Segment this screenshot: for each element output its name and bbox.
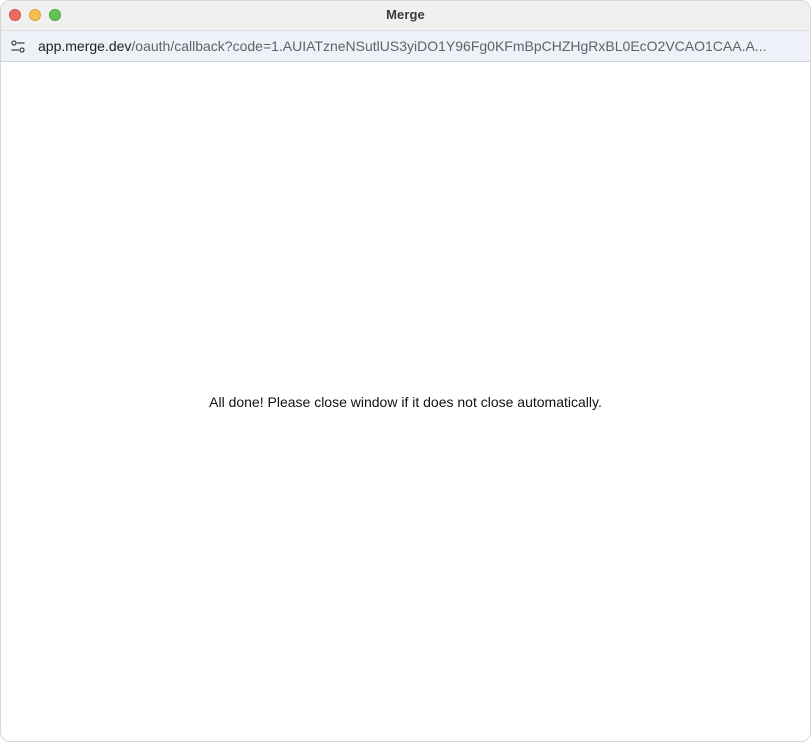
page-content: All done! Please close window if it does…: [1, 62, 810, 741]
url-text[interactable]: app.merge.dev/oauth/callback?code=1.AUIA…: [38, 38, 798, 54]
address-bar[interactable]: app.merge.dev/oauth/callback?code=1.AUIA…: [1, 30, 810, 62]
title-bar: Merge: [1, 1, 810, 30]
window-title: Merge: [386, 7, 425, 22]
site-settings-icon[interactable]: [10, 39, 26, 55]
browser-window: Merge app.merge.dev/oauth/callback?code=…: [0, 0, 811, 742]
url-path: /oauth/callback?code=1.AUIATzneNSutlUS3y…: [131, 38, 767, 54]
completion-message: All done! Please close window if it does…: [209, 394, 602, 410]
url-host: app.merge.dev: [38, 38, 132, 54]
